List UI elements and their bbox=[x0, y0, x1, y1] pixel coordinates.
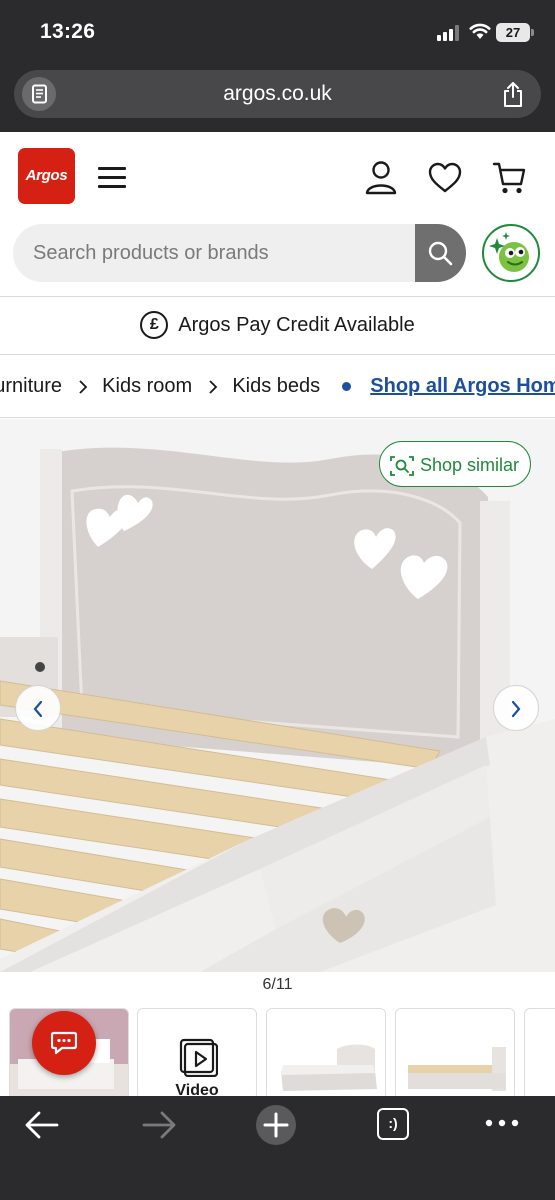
new-tab-plus-icon[interactable] bbox=[255, 1104, 297, 1146]
chat-button[interactable] bbox=[32, 1011, 96, 1075]
breadcrumb-item-furniture[interactable]: Furniture bbox=[0, 375, 62, 398]
forward-arrow-icon[interactable] bbox=[141, 1110, 177, 1140]
status-time: 13:26 bbox=[40, 20, 96, 43]
separator-dot bbox=[341, 382, 351, 392]
chevron-right-icon bbox=[78, 380, 87, 394]
url-text: argos.co.uk bbox=[223, 82, 332, 105]
pound-icon: £ bbox=[140, 311, 169, 339]
chevron-right-icon bbox=[511, 700, 521, 718]
breadcrumb-item-kids-room[interactable]: Kids room bbox=[102, 375, 192, 398]
breadcrumb: Furniture Kids room Kids beds Shop all A… bbox=[0, 356, 555, 418]
search-input[interactable] bbox=[13, 224, 415, 282]
search-button[interactable] bbox=[415, 224, 466, 282]
wishlist-heart-icon[interactable] bbox=[428, 162, 462, 194]
shop-similar-button[interactable]: Shop similar bbox=[379, 441, 531, 487]
ai-sparkle-mascot-icon bbox=[489, 232, 529, 272]
browser-bottom-toolbar: :) bbox=[0, 1096, 555, 1200]
back-arrow-icon[interactable] bbox=[24, 1110, 60, 1140]
cellular-signal-icon bbox=[437, 25, 463, 41]
product-image-white-heart-bed bbox=[0, 419, 555, 972]
wifi-icon bbox=[469, 23, 491, 39]
video-label: Video bbox=[175, 1082, 219, 1096]
credit-banner-text: Argos Pay Credit Available bbox=[178, 313, 415, 336]
share-icon[interactable] bbox=[501, 80, 525, 108]
chat-bubble-icon bbox=[51, 1031, 77, 1055]
product-image-gallery[interactable]: Shop similar bbox=[0, 419, 555, 972]
argos-logo[interactable]: Argos bbox=[18, 148, 75, 204]
basket-icon[interactable] bbox=[492, 160, 526, 196]
tabs-count-icon[interactable]: :) bbox=[377, 1108, 409, 1140]
credit-banner[interactable]: £ Argos Pay Credit Available bbox=[0, 297, 555, 355]
account-icon[interactable] bbox=[364, 160, 398, 196]
menu-icon[interactable] bbox=[98, 167, 126, 189]
chevron-left-icon bbox=[33, 700, 43, 718]
thumbnail-image-bed-slats bbox=[396, 1009, 514, 1096]
video-play-icon bbox=[179, 1038, 218, 1077]
thumbnail-5[interactable] bbox=[524, 1008, 555, 1096]
previous-image-button[interactable] bbox=[15, 685, 61, 731]
visual-search-icon bbox=[390, 456, 414, 476]
thumbnail-3[interactable] bbox=[266, 1008, 386, 1096]
search-icon bbox=[428, 241, 453, 266]
shop-similar-label: Shop similar bbox=[420, 455, 520, 475]
shop-all-argos-home-link[interactable]: Shop all Argos Home bbox=[370, 375, 555, 398]
breadcrumb-item-kids-beds[interactable]: Kids beds bbox=[232, 375, 320, 398]
thumbnail-4[interactable] bbox=[395, 1008, 515, 1096]
chevron-right-icon bbox=[209, 380, 218, 394]
address-bar[interactable]: argos.co.uk bbox=[14, 70, 541, 118]
site-header: Argos bbox=[0, 132, 555, 297]
thumbnail-video[interactable]: Video bbox=[137, 1008, 257, 1096]
image-counter: 6/11 bbox=[262, 976, 293, 993]
thumbnail-image-bed bbox=[267, 1009, 385, 1096]
more-dots-icon[interactable] bbox=[485, 1118, 519, 1128]
ai-assistant-button[interactable] bbox=[482, 224, 540, 282]
browser-top-chrome: 13:26 27 argos.co.uk bbox=[0, 0, 555, 132]
battery-indicator: 27 bbox=[496, 23, 534, 42]
search-bar bbox=[13, 224, 466, 282]
status-bar: 13:26 27 bbox=[0, 0, 555, 62]
next-image-button[interactable] bbox=[493, 685, 539, 731]
